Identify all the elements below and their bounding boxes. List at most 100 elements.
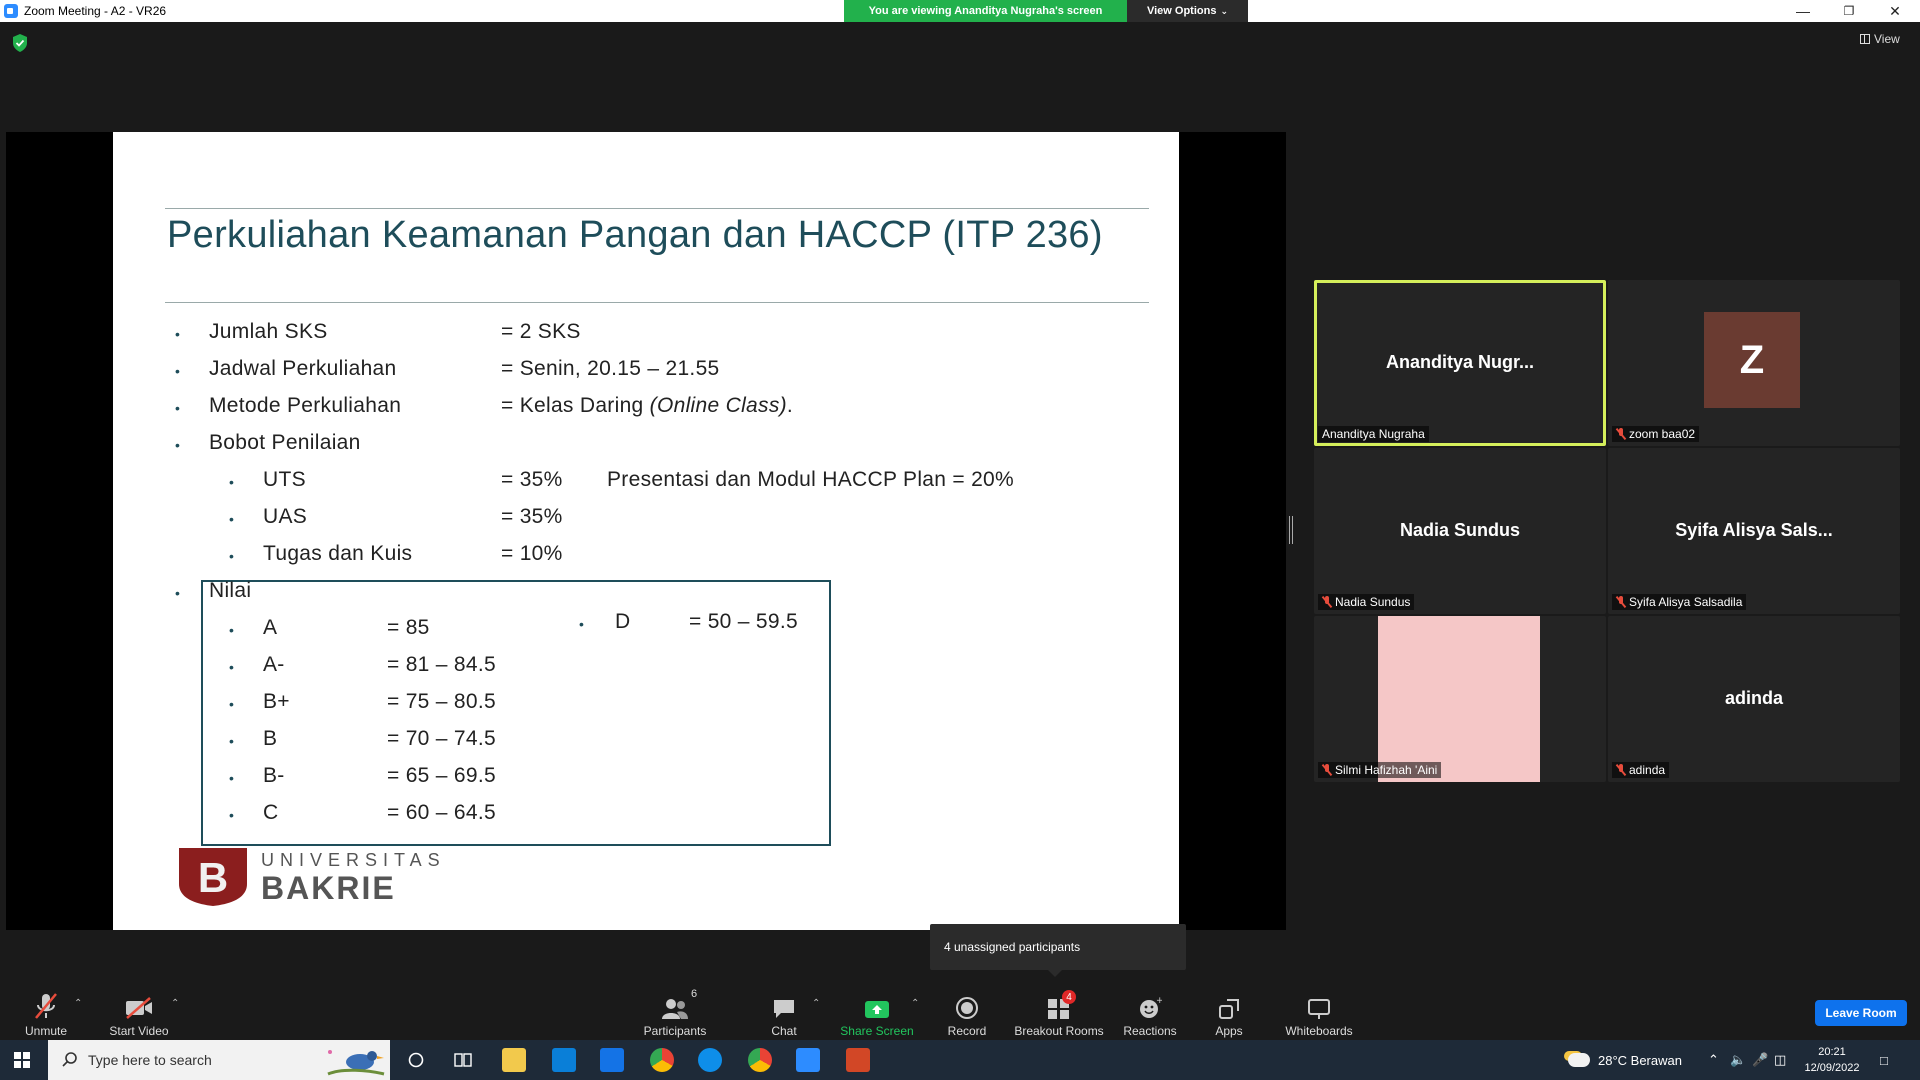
breakout-rooms-icon: 4: [1047, 990, 1076, 1020]
security-shield-icon[interactable]: [12, 34, 28, 52]
meeting-toolbar: Unmute ⌃ Start Video ⌃ 6 Participants Ch…: [0, 978, 1920, 1040]
store-icon[interactable]: [552, 1048, 576, 1072]
muted-mic-icon: [1616, 428, 1626, 440]
bullet-icon: •: [175, 363, 180, 379]
bobot-label: UTS: [263, 468, 306, 491]
grid-icon: [1860, 34, 1870, 44]
grade-range: = 70 – 74.5: [387, 727, 496, 750]
close-button[interactable]: ✕: [1872, 0, 1918, 22]
whiteboards-button[interactable]: Whiteboards: [1282, 978, 1356, 1040]
unmute-label: Unmute: [24, 1024, 68, 1038]
participants-button[interactable]: 6 Participants: [640, 978, 710, 1040]
participant-tile[interactable]: Ananditya Nugr... Ananditya Nugraha: [1314, 280, 1606, 446]
bullet-icon: •: [229, 696, 234, 712]
task-view-icon[interactable]: [454, 1052, 472, 1068]
item-label: Jadwal Perkuliahan: [209, 357, 397, 380]
bullet-icon: •: [229, 474, 234, 490]
minimize-button[interactable]: —: [1780, 0, 1826, 22]
zoom-taskbar-icon[interactable]: [796, 1048, 820, 1072]
view-options-button[interactable]: View Options ⌄: [1127, 0, 1248, 22]
chevron-up-icon[interactable]: ⌃: [1708, 1040, 1719, 1080]
chat-options-caret[interactable]: ⌃: [812, 998, 820, 1009]
bullet-icon: •: [229, 770, 234, 786]
windows-start-icon[interactable]: [14, 1052, 30, 1068]
muted-mic-icon: [1616, 596, 1626, 608]
audio-options-caret[interactable]: ⌃: [74, 998, 82, 1009]
clock-time: 20:21: [1818, 1046, 1846, 1058]
network-icon[interactable]: ◫: [1774, 1040, 1786, 1080]
unmute-button[interactable]: Unmute: [18, 978, 74, 1040]
leave-room-button[interactable]: Leave Room: [1815, 1000, 1907, 1026]
grade-letter: B: [263, 727, 278, 750]
participant-tile[interactable]: Syifa Alisya Sals... Syifa Alisya Salsad…: [1608, 448, 1900, 614]
panel-resize-handle[interactable]: [1289, 516, 1293, 544]
bullet-icon: •: [175, 326, 180, 342]
bobot-value: = 10%: [501, 542, 563, 565]
grade-range: = 60 – 64.5: [387, 801, 496, 824]
grade-letter: B-: [263, 764, 285, 787]
participant-label: Syifa Alisya Salsadila: [1612, 594, 1747, 610]
participant-label: Ananditya Nugraha: [1318, 426, 1429, 442]
system-clock[interactable]: 20:21 12/09/2022: [1800, 1044, 1864, 1076]
cloud-sun-icon: [1568, 1053, 1590, 1067]
minimize-icon: —: [1796, 3, 1810, 19]
notifications-icon[interactable]: □: [1880, 1040, 1888, 1080]
grade-letter: D: [615, 610, 631, 633]
participant-tile[interactable]: Nadia Sundus Nadia Sundus: [1314, 448, 1606, 614]
record-button[interactable]: Record: [946, 978, 988, 1040]
value-prefix: = Kelas Daring: [501, 394, 650, 417]
share-screen-icon: [864, 990, 890, 1020]
unassigned-tooltip: 4 unassigned participants: [930, 924, 1186, 977]
whiteboard-icon: [1307, 990, 1331, 1020]
slide-title: Perkuliahan Keamanan Pangan dan HACCP (I…: [167, 214, 1103, 256]
video-options-caret[interactable]: ⌃: [171, 998, 179, 1009]
taskbar-search-input[interactable]: Type here to search: [48, 1040, 390, 1080]
powerpoint-icon[interactable]: [846, 1048, 870, 1072]
restore-button[interactable]: ❐: [1826, 0, 1872, 22]
bobot-label: UAS: [263, 505, 308, 528]
participant-tile[interactable]: Silmi Hafizhah 'Aini: [1314, 616, 1606, 782]
share-screen-button[interactable]: Share Screen: [840, 978, 914, 1040]
teamviewer-icon[interactable]: [698, 1048, 722, 1072]
clock-date: 12/09/2022: [1804, 1062, 1860, 1074]
participant-display-name: Syifa Alisya Sals...: [1675, 520, 1833, 540]
view-button[interactable]: View: [1860, 32, 1900, 46]
participant-display-name: Ananditya Nugr...: [1385, 352, 1535, 372]
cortana-icon[interactable]: [408, 1052, 424, 1068]
bullet-icon: •: [229, 548, 234, 564]
mail-icon[interactable]: [600, 1048, 624, 1072]
viewing-banner: You are viewing Ananditya Nugraha's scre…: [844, 0, 1127, 22]
zoom-window: Zoom Meeting - A2 - VR26 You are viewing…: [0, 0, 1920, 1080]
grade-range: = 81 – 84.5: [387, 653, 496, 676]
participants-label: Participants: [643, 1024, 707, 1038]
participant-name: Ananditya Nugraha: [1322, 427, 1425, 441]
participant-tile[interactable]: adinda adinda: [1608, 616, 1900, 782]
logo-letter: B: [198, 854, 228, 901]
reactions-label: Reactions: [1123, 1024, 1177, 1038]
chrome-icon[interactable]: [650, 1048, 674, 1072]
view-button-label: View: [1874, 32, 1900, 46]
universitas-bakrie-logo: B UNIVERSITAS BAKRIE: [175, 846, 455, 908]
item-label: Metode Perkuliahan: [209, 394, 402, 417]
presentasi-text: Presentasi dan Modul HACCP Plan = 20%: [607, 468, 1015, 491]
start-video-button[interactable]: Start Video: [104, 978, 174, 1040]
participant-tile[interactable]: Z zoom baa02: [1608, 280, 1900, 446]
weather-widget[interactable]: 28°C Berawan: [1568, 1040, 1682, 1080]
grade-letter: A: [263, 616, 278, 639]
start-video-label: Start Video: [109, 1024, 169, 1038]
share-options-caret[interactable]: ⌃: [911, 998, 919, 1009]
grade-range: = 65 – 69.5: [387, 764, 496, 787]
breakout-rooms-button[interactable]: 4 Breakout Rooms: [1014, 978, 1104, 1040]
file-explorer-icon[interactable]: [502, 1048, 526, 1072]
microphone-icon[interactable]: 🎤: [1752, 1040, 1768, 1080]
chat-label: Chat: [771, 1024, 797, 1038]
chat-button[interactable]: Chat: [770, 978, 798, 1040]
search-placeholder: Type here to search: [88, 1052, 212, 1068]
volume-icon[interactable]: 🔈: [1730, 1040, 1746, 1080]
apps-button[interactable]: Apps: [1214, 978, 1244, 1040]
chrome-profile-icon[interactable]: [748, 1048, 772, 1072]
muted-mic-icon: [1322, 764, 1332, 776]
reactions-button[interactable]: + Reactions: [1123, 978, 1177, 1040]
windows-taskbar: Type here to search 28°C Berawan ⌃ 🔈 🎤 ◫…: [0, 1040, 1920, 1080]
logo-line2: BAKRIE: [261, 870, 396, 906]
